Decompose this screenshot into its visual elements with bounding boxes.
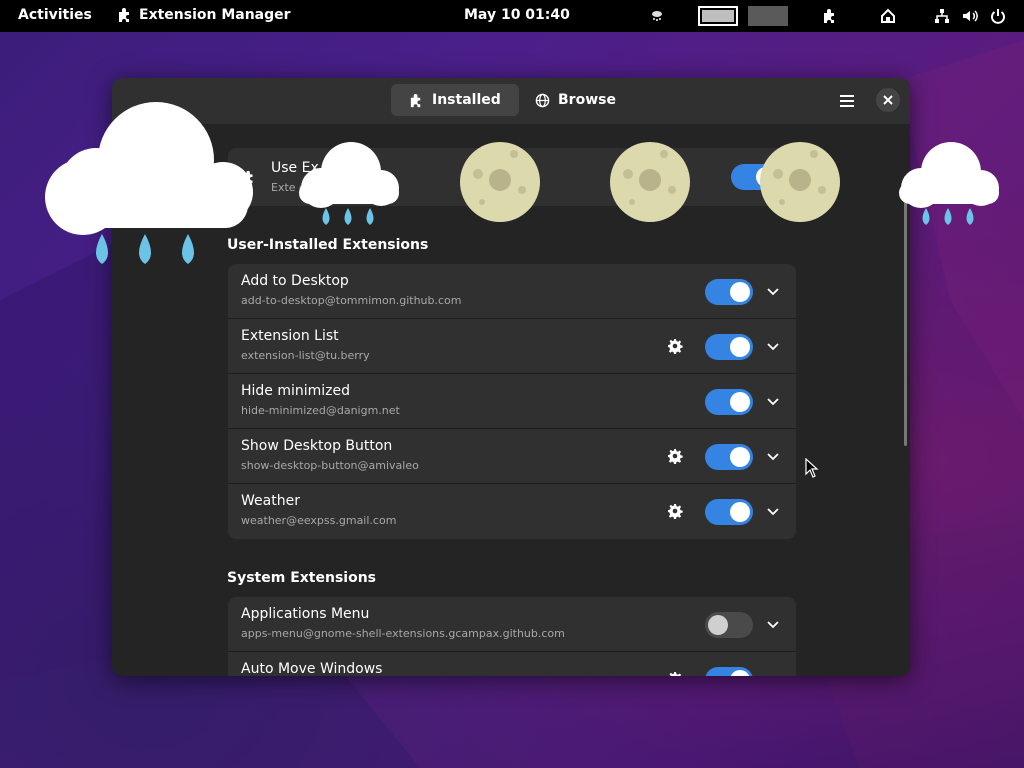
extension-name: Auto Move Windows — [241, 661, 383, 676]
gear-icon[interactable] — [667, 448, 683, 464]
power-icon[interactable] — [990, 8, 1006, 24]
use-extensions-title: Use Ex — [271, 160, 319, 176]
extensions-icon[interactable] — [822, 8, 838, 24]
close-button[interactable] — [876, 88, 900, 112]
system-extensions-heading: System Extensions — [227, 570, 376, 586]
extension-uuid: add-to-desktop@tommimon.github.com — [241, 294, 462, 307]
app-name: Extension Manager — [139, 7, 291, 23]
extension-row[interactable]: Show Desktop Button show-desktop-button@a… — [228, 429, 796, 484]
extension-switch[interactable] — [705, 389, 753, 415]
extension-uuid: extension-list@tu.berry — [241, 349, 370, 362]
use-extensions-switch[interactable] — [731, 164, 779, 190]
extension-row[interactable]: Extension List extension-list@tu.berry — [228, 319, 796, 374]
chevron-down-icon[interactable] — [766, 394, 780, 408]
chevron-down-icon[interactable] — [766, 617, 780, 631]
extension-manager-window: Installed Browse Use Ex Exte erformance … — [112, 78, 910, 676]
hamburger-menu-icon[interactable] — [838, 92, 858, 110]
extension-name: Extension List — [241, 328, 339, 344]
use-extensions-subtitle: Exte erformance sues. — [271, 181, 395, 194]
use-extensions-row: Use Ex Exte erformance sues. — [228, 148, 796, 206]
top-bar: Activities Extension Manager May 10 01:4… — [0, 0, 1024, 32]
extension-switch[interactable] — [705, 499, 753, 525]
extension-row[interactable]: Weather weather@eexpss.gmail.com — [228, 484, 796, 539]
chevron-down-icon[interactable] — [766, 284, 780, 298]
user-extensions-list: Add to Desktop add-to-desktop@tommimon.gi… — [228, 264, 796, 539]
close-icon — [883, 95, 893, 105]
scrollbar[interactable] — [904, 176, 907, 446]
header-bar: Installed Browse — [112, 78, 910, 124]
extension-switch[interactable] — [705, 334, 753, 360]
extension-row[interactable]: Hide minimized hide-minimized@danigm.net — [228, 374, 796, 429]
chevron-down-icon[interactable] — [766, 339, 780, 353]
workspace-1[interactable] — [698, 6, 738, 26]
user-extensions-heading: User-Installed Extensions — [227, 237, 429, 253]
puzzle-icon — [410, 93, 421, 107]
chevron-down-icon[interactable] — [766, 504, 780, 518]
extension-row[interactable]: Add to Desktop add-to-desktop@tommimon.gi… — [228, 264, 796, 319]
volume-icon[interactable] — [962, 8, 978, 24]
extension-uuid: show-desktop-button@amivaleo — [241, 459, 419, 472]
gear-icon[interactable] — [667, 338, 683, 354]
gear-icon[interactable] — [667, 503, 683, 519]
chevron-down-icon[interactable] — [766, 672, 780, 676]
extension-switch[interactable] — [705, 612, 753, 638]
mouse-cursor-icon — [805, 458, 819, 478]
tab-browse[interactable]: Browse — [517, 84, 634, 116]
extension-uuid: hide-minimized@danigm.net — [241, 404, 400, 417]
extension-name: Show Desktop Button — [241, 438, 393, 454]
extension-switch[interactable] — [705, 667, 753, 676]
extension-name: Hide minimized — [241, 383, 351, 399]
app-menu[interactable]: Extension Manager — [117, 7, 291, 23]
gear-icon[interactable] — [667, 671, 683, 676]
puzzle-icon — [119, 8, 129, 22]
workspace-2[interactable] — [748, 6, 788, 26]
extension-name: Weather — [241, 493, 300, 509]
tab-installed[interactable]: Installed — [391, 84, 519, 116]
home-icon[interactable] — [880, 8, 896, 24]
extension-name: Add to Desktop — [241, 273, 349, 289]
extension-uuid: weather@eexpss.gmail.com — [241, 514, 397, 527]
tab-label: Installed — [432, 92, 501, 108]
tab-label: Browse — [558, 92, 616, 108]
extension-switch[interactable] — [705, 279, 753, 305]
snow-cloud-icon[interactable] — [650, 9, 664, 23]
system-extensions-list: Applications Menu apps-menu@gnome-shell-e… — [228, 597, 796, 676]
activities-button[interactable]: Activities — [18, 7, 92, 23]
globe-icon — [535, 93, 550, 107]
network-icon[interactable] — [934, 8, 950, 24]
clock[interactable]: May 10 01:40 — [464, 7, 570, 23]
extension-uuid: apps-menu@gnome-shell-extensions.gcampax… — [241, 627, 565, 640]
puzzle-icon — [243, 170, 253, 184]
chevron-down-icon[interactable] — [766, 449, 780, 463]
extension-name: Applications Menu — [241, 606, 370, 622]
extension-row[interactable]: Applications Menu apps-menu@gnome-shell-e… — [228, 597, 796, 652]
installed-page[interactable]: Use Ex Exte erformance sues. User-Instal… — [112, 124, 910, 676]
extension-switch[interactable] — [705, 444, 753, 470]
extension-row[interactable]: Auto Move Windows — [228, 652, 796, 676]
